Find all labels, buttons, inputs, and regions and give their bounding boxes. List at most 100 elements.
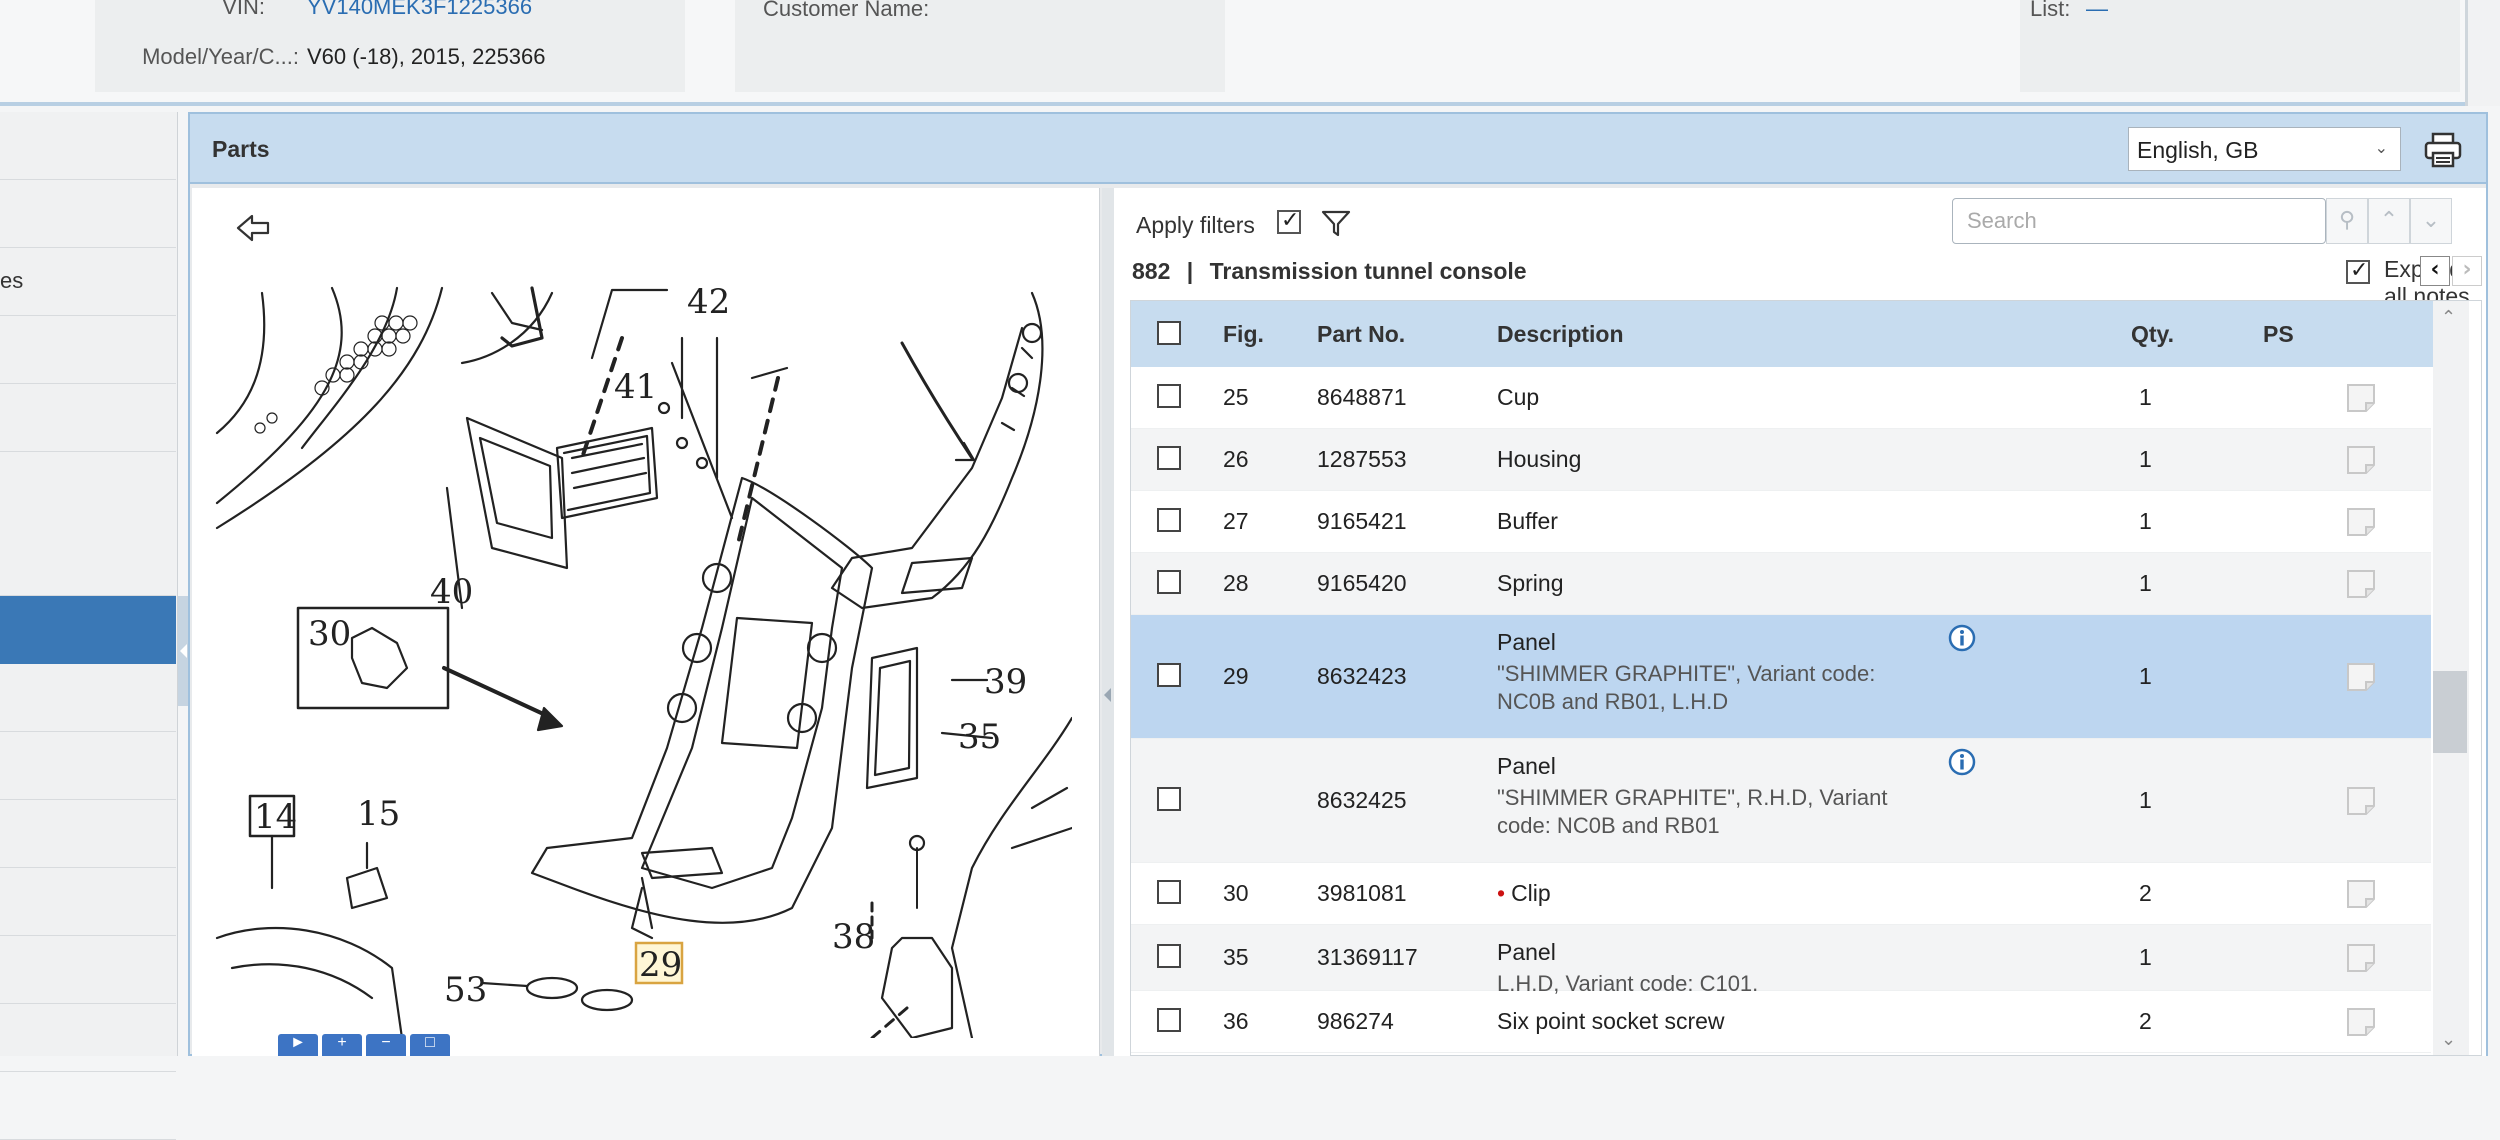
pane-divider-handle[interactable] (1102, 188, 1114, 1056)
callout-30[interactable]: 30 (308, 614, 351, 654)
info-icon[interactable] (1947, 623, 1977, 653)
info-icon[interactable] (1947, 747, 1977, 777)
search-input[interactable] (1952, 198, 2326, 244)
apply-filters-checkbox[interactable] (1277, 208, 1301, 234)
row-checkbox[interactable] (1157, 787, 1181, 811)
cell-part-no: 31369117 (1317, 944, 1418, 970)
header-fig[interactable]: Fig. (1223, 321, 1264, 348)
callout-14[interactable]: 14 (254, 797, 297, 837)
fit-icon[interactable]: □ (410, 1034, 450, 1056)
header-description[interactable]: Description (1497, 321, 1624, 348)
back-arrow-icon[interactable] (234, 210, 274, 246)
nav-item[interactable] (0, 112, 176, 180)
callout-38[interactable]: 38 (832, 917, 875, 957)
nav-item[interactable] (0, 384, 176, 452)
callout-35[interactable]: 35 (958, 717, 1001, 757)
note-icon[interactable] (2345, 1006, 2377, 1038)
row-checkbox[interactable] (1157, 944, 1181, 968)
cell-qty: 1 (2139, 384, 2152, 410)
note-icon[interactable] (2345, 661, 2377, 693)
row-checkbox[interactable] (1157, 1008, 1181, 1032)
callout-15[interactable]: 15 (357, 794, 400, 834)
table-scrollbar[interactable]: ⌃ ⌄ (2433, 301, 2469, 1055)
description-text: Panel (1497, 629, 1556, 655)
cell-part-no: 9165421 (1317, 508, 1407, 534)
row-checkbox[interactable] (1157, 880, 1181, 904)
customer-label: Customer Name: (763, 0, 930, 21)
note-icon[interactable] (2345, 942, 2377, 974)
description-text: Housing (1497, 446, 1582, 472)
search-icon[interactable]: ⚲ (2326, 198, 2368, 244)
chevron-up-icon[interactable]: ⌃ (2368, 198, 2410, 244)
header-qty[interactable]: Qty. (2131, 321, 2174, 348)
row-checkbox[interactable] (1157, 384, 1181, 408)
nav-item[interactable] (0, 596, 176, 664)
description-text: Buffer (1497, 508, 1558, 534)
print-icon[interactable] (2422, 130, 2464, 170)
nav-item[interactable] (0, 664, 176, 732)
note-icon[interactable] (2345, 878, 2377, 910)
chevron-left-icon[interactable]: ‹ (2420, 256, 2450, 286)
table-row[interactable]: 25 8648871 1 Cup (1131, 367, 2431, 429)
exploded-parts-diagram[interactable]: 42 41 40 30 39 35 14 15 38 53 29 (212, 248, 1072, 1038)
note-icon[interactable] (2345, 444, 2377, 476)
language-select[interactable]: English, GB ⌄ (2128, 127, 2401, 171)
nav-item[interactable] (0, 1072, 176, 1140)
nav-item[interactable] (0, 868, 176, 936)
nav-item[interactable] (0, 316, 176, 384)
callout-29[interactable]: 29 (639, 945, 682, 985)
chevron-down-icon[interactable]: ⌄ (2410, 198, 2452, 244)
table-row[interactable]: 35 31369117 1 Panel L.H.D, Variant code: C10… (1131, 925, 2431, 996)
nav-item[interactable] (0, 1004, 176, 1072)
row-checkbox[interactable] (1157, 508, 1181, 532)
vin-value[interactable]: YV140MEK3F1225366 (307, 0, 532, 20)
filter-icon[interactable] (1320, 208, 1352, 238)
nav-item[interactable] (0, 936, 176, 1004)
nav-item[interactable] (0, 800, 176, 868)
table-row[interactable]: 26 1287553 1 Housing (1131, 429, 2431, 491)
row-checkbox[interactable] (1157, 570, 1181, 594)
row-checkbox[interactable] (1157, 446, 1181, 470)
expand-notes-checkbox[interactable] (2346, 258, 2370, 284)
table-row[interactable]: 30 3981081 2 • Clip (1131, 863, 2431, 925)
row-checkbox[interactable] (1157, 663, 1181, 687)
scroll-thumb[interactable] (2433, 671, 2467, 753)
zoom-in-icon[interactable]: + (322, 1034, 362, 1056)
table-row[interactable]: 28 9165420 1 Spring (1131, 553, 2431, 615)
header-ps[interactable]: PS (2263, 321, 2294, 348)
table-row[interactable]: 29 8632423 1 Panel "SHIMMER GRAPHITE", Varia… (1131, 615, 2431, 739)
note-icon[interactable] (2345, 506, 2377, 538)
table-row[interactable]: 8632425 1 Panel "SHIMMER GRAPHITE", R.H.D, … (1131, 739, 2431, 863)
cell-description: Spring (1497, 570, 1937, 597)
model-label: Model/Year/C...: (142, 44, 299, 69)
header-part-no[interactable]: Part No. (1317, 321, 1405, 348)
description-text: Panel (1497, 753, 1556, 779)
nav-item[interactable]: es (0, 248, 176, 316)
chevron-right-icon[interactable]: › (2452, 256, 2482, 286)
pointer-tool-icon[interactable]: ► (278, 1034, 318, 1056)
cell-qty: 1 (2139, 663, 2152, 689)
callout-42[interactable]: 42 (687, 282, 730, 322)
note-icon[interactable] (2345, 382, 2377, 414)
cell-description: Cup (1497, 384, 1937, 411)
cell-qty: 1 (2139, 944, 2152, 970)
table-row[interactable]: 36 986274 2 Six point socket screw (1131, 991, 2431, 1053)
cell-qty: 1 (2139, 508, 2152, 534)
table-row[interactable]: 27 9165421 1 Buffer (1131, 491, 2431, 553)
list-value[interactable]: — (2086, 0, 2108, 22)
zoom-out-icon[interactable]: − (366, 1034, 406, 1056)
scroll-up-icon[interactable]: ⌃ (2441, 307, 2456, 328)
nav-item[interactable] (0, 732, 176, 800)
vin-label: VIN: (222, 0, 265, 19)
callout-40[interactable]: 40 (430, 572, 473, 612)
callout-41[interactable]: 41 (614, 367, 657, 407)
note-icon[interactable] (2345, 568, 2377, 600)
select-all-checkbox[interactable] (1157, 321, 1181, 345)
note-icon[interactable] (2345, 785, 2377, 817)
cell-part-no: 8648871 (1317, 384, 1407, 410)
nav-item[interactable] (0, 180, 176, 248)
callout-39[interactable]: 39 (984, 662, 1027, 702)
scroll-down-icon[interactable]: ⌄ (2441, 1029, 2456, 1050)
callout-53[interactable]: 53 (444, 970, 487, 1010)
nav-spacer (0, 452, 176, 596)
